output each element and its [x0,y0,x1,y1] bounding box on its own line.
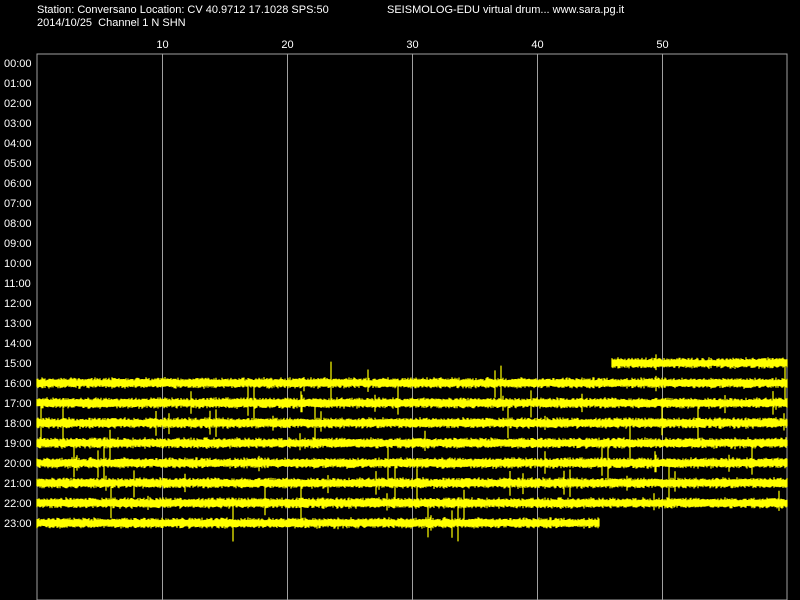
row-label-0700: 07:00 [4,198,32,210]
row-label-1600: 16:00 [4,378,32,390]
row-label-1700: 17:00 [4,398,32,410]
row-label-2300: 23:00 [4,518,32,530]
row-label-2100: 21:00 [4,478,32,490]
row-label-1100: 11:00 [4,278,31,290]
x-tick-label-10: 10 [156,39,168,51]
x-tick-label-20: 20 [281,39,293,51]
row-label-0800: 08:00 [4,218,32,230]
row-label-0100: 01:00 [4,78,32,90]
row-label-1000: 10:00 [4,258,32,270]
row-label-2200: 22:00 [4,498,32,510]
row-label-0500: 05:00 [4,158,32,170]
row-label-0900: 09:00 [4,238,32,250]
trace-row-1500 [611,354,788,371]
row-label-1400: 14:00 [4,338,32,350]
row-label-1300: 13:00 [4,318,32,330]
seismograph-drum-chart: 10 20 30 40 50 00:00 01:00 02:00 03:00 04:00 05:00… [4,39,788,600]
row-label-1800: 18:00 [4,418,32,430]
grid-layer [36,53,788,600]
row-label-0600: 06:00 [4,178,32,190]
x-tick-label-40: 40 [531,39,543,51]
row-label-1900: 19:00 [4,438,32,450]
row-label-1200: 12:00 [4,298,32,310]
row-label-0300: 03:00 [4,118,32,130]
x-tick-label-50: 50 [656,39,668,51]
row-label-1500: 15:00 [4,358,32,370]
row-label-0000: 00:00 [4,58,32,70]
row-label-2000: 20:00 [4,458,32,470]
row-label-0200: 02:00 [4,98,32,110]
x-tick-label-30: 30 [406,39,418,51]
row-label-0400: 04:00 [4,138,32,150]
